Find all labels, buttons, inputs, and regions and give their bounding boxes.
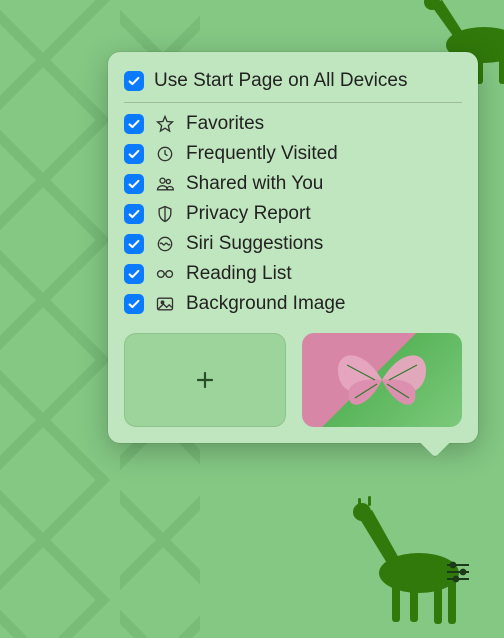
favorites-row[interactable]: Favorites (124, 109, 462, 139)
reading-list-row[interactable]: Reading List (124, 259, 462, 289)
add-background-button[interactable] (124, 333, 286, 427)
background-thumbnails (124, 333, 462, 427)
privacy-report-row[interactable]: Privacy Report (124, 199, 462, 229)
customize-settings-button[interactable] (436, 550, 480, 594)
siri-suggestions-row[interactable]: Siri Suggestions (124, 229, 462, 259)
checkbox-checked-icon (124, 144, 144, 164)
checkbox-checked-icon (124, 114, 144, 134)
plus-icon (193, 368, 217, 392)
frequently-visited-row[interactable]: Frequently Visited (124, 139, 462, 169)
siri-suggestions-label: Siri Suggestions (186, 233, 462, 255)
privacy-report-label: Privacy Report (186, 203, 462, 225)
clock-icon (154, 144, 176, 164)
siri-icon (154, 234, 176, 254)
background-preview-thumbnail[interactable] (302, 333, 462, 427)
use-start-page-label: Use Start Page on All Devices (154, 70, 462, 92)
checkbox-checked-icon (124, 71, 144, 91)
checkbox-checked-icon (124, 174, 144, 194)
favorites-label: Favorites (186, 113, 462, 135)
image-icon (154, 294, 176, 314)
reading-list-label: Reading List (186, 263, 462, 285)
shared-with-you-row[interactable]: Shared with You (124, 169, 462, 199)
shared-with-you-label: Shared with You (186, 173, 462, 195)
background-image-label: Background Image (186, 293, 462, 315)
checkbox-checked-icon (124, 234, 144, 254)
background-image-row[interactable]: Background Image (124, 289, 462, 319)
checkbox-checked-icon (124, 204, 144, 224)
shield-icon (154, 204, 176, 224)
frequently-visited-label: Frequently Visited (186, 143, 462, 165)
start-page-customize-popover: Use Start Page on All Devices Favorites … (108, 52, 478, 443)
glasses-icon (154, 264, 176, 284)
use-start-page-all-devices-row[interactable]: Use Start Page on All Devices (124, 66, 462, 103)
checkbox-checked-icon (124, 294, 144, 314)
butterfly-wallpaper-icon (327, 340, 437, 420)
sliders-icon (445, 561, 471, 583)
star-icon (154, 114, 176, 134)
checkbox-checked-icon (124, 264, 144, 284)
people-icon (154, 174, 176, 194)
